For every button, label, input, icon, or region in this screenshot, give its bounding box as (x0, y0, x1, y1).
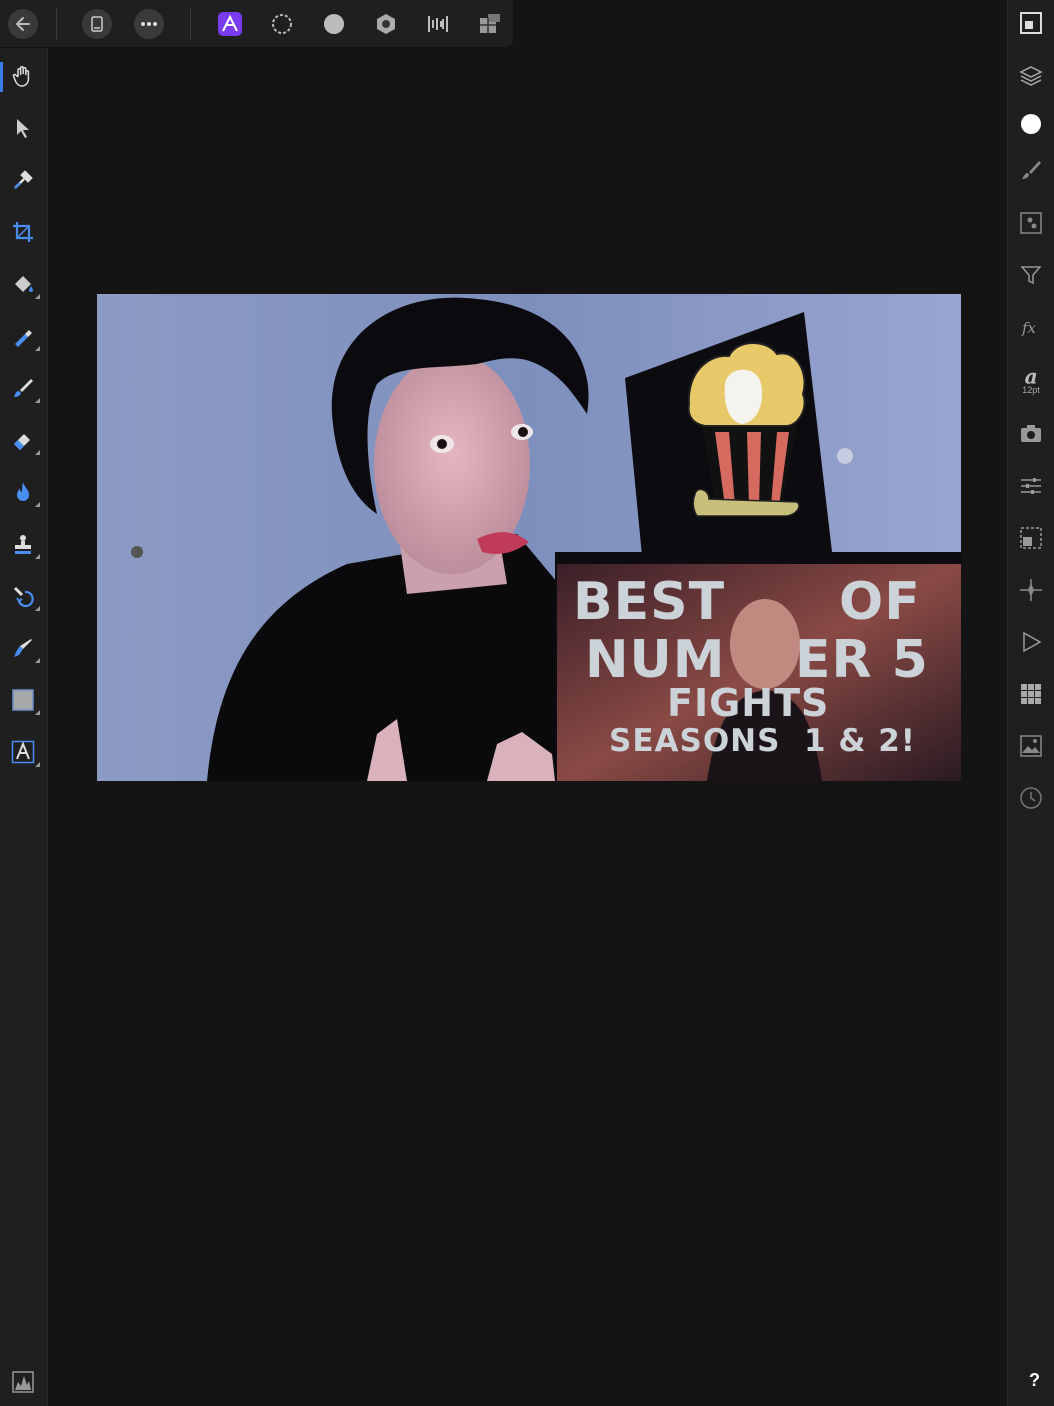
channels-icon (1020, 527, 1042, 549)
selection-brush-icon (15, 330, 32, 347)
document-button[interactable] (82, 9, 112, 39)
filters-icon (1020, 266, 1042, 285)
rectangle-tool[interactable] (6, 683, 40, 717)
layers-studio-button[interactable] (1015, 60, 1047, 92)
export-persona-button[interactable] (422, 8, 454, 40)
assistant-button[interactable] (474, 8, 506, 40)
history-studio-button[interactable] (1015, 782, 1047, 814)
flood-fill-icon (15, 276, 33, 292)
crop-icon (13, 222, 33, 242)
pen-icon (14, 639, 32, 657)
more-button[interactable] (134, 9, 164, 39)
photo-persona-button[interactable] (214, 8, 246, 40)
text-icon (11, 740, 35, 764)
document-canvas[interactable]: BEST OF NUM ER 5 FIGHTS SEASONS 1 & 2! (97, 294, 961, 781)
navigator-studio-button[interactable] (1015, 7, 1047, 39)
thumbnail-title-line3: FIGHTS (667, 681, 830, 725)
text-tool[interactable] (6, 735, 40, 769)
tools-panel (0, 48, 48, 1406)
hand-tool[interactable] (6, 59, 40, 93)
transform-icon (1021, 478, 1041, 494)
color-picker-icon (14, 170, 33, 189)
color-picker-tool[interactable] (6, 163, 40, 197)
snapping-icon (1020, 579, 1042, 601)
color-icon (1021, 114, 1041, 134)
paint-brush-tool[interactable] (6, 371, 40, 405)
document-icon (91, 16, 103, 32)
character-size-label: 12pt (1022, 385, 1040, 395)
svg-text:fx: fx (1021, 319, 1037, 337)
tone-mapping-persona-icon (377, 14, 395, 34)
pen-tool[interactable] (6, 631, 40, 665)
tone-mapping-persona-button[interactable] (370, 8, 402, 40)
layers-icon (1019, 66, 1043, 86)
clone-brush-tool[interactable] (6, 527, 40, 561)
transform-studio-button[interactable] (1015, 470, 1047, 502)
color-studio-button[interactable] (1015, 108, 1047, 140)
thumbnail-photo (97, 294, 961, 781)
develop-persona-button[interactable] (318, 8, 350, 40)
burn-brush-icon (17, 482, 29, 501)
liquify-persona-icon (272, 14, 292, 34)
swatches-studio-button[interactable] (1015, 678, 1047, 710)
develop-persona-icon (324, 14, 344, 34)
thumbnail-title-line1b: OF (839, 572, 921, 632)
back-button[interactable] (8, 9, 38, 39)
snapshots-studio-button[interactable] (1015, 418, 1047, 450)
swatches-icon (1021, 684, 1041, 704)
healing-brush-icon (13, 586, 34, 608)
fx-studio-button[interactable]: fx (1015, 311, 1047, 343)
burn-brush-tool[interactable] (6, 475, 40, 509)
help-button[interactable]: ? (1029, 1370, 1040, 1391)
flood-fill-tool[interactable] (6, 267, 40, 301)
rectangle-icon (12, 689, 34, 711)
character-icon: a (1025, 365, 1038, 387)
stock-icon (1020, 735, 1042, 757)
fx-icon: fx (1021, 319, 1037, 337)
navigator-icon (1020, 12, 1042, 34)
macros-icon (1023, 631, 1042, 653)
paint-brush-icon (14, 379, 33, 397)
thumbnail-title-line4: SEASONS 1 & 2! (609, 723, 916, 759)
snapshots-icon (1021, 425, 1041, 442)
thumbnail-title-line2a: NUM (585, 630, 726, 690)
liquify-persona-button[interactable] (266, 8, 298, 40)
adjustments-studio-button[interactable] (1015, 207, 1047, 239)
channels-studio-button[interactable] (1015, 522, 1047, 554)
back-arrow-icon (16, 17, 30, 31)
brushes-icon (1022, 161, 1041, 179)
assistant-icon (480, 14, 500, 33)
hand-icon (12, 66, 30, 87)
history-icon (1020, 787, 1042, 809)
brushes-studio-button[interactable] (1015, 155, 1047, 187)
studio-panel: fx a 12pt ? (1007, 0, 1054, 1406)
healing-brush-tool[interactable] (6, 579, 40, 613)
clone-brush-icon (15, 535, 31, 554)
character-studio-button[interactable]: a 12pt (1015, 360, 1047, 400)
active-tool-indicator (0, 62, 3, 92)
stock-studio-button[interactable] (1015, 730, 1047, 762)
macros-studio-button[interactable] (1015, 626, 1047, 658)
erase-brush-icon (14, 434, 30, 450)
photo-persona-icon (218, 12, 242, 36)
svg-text:a: a (1025, 365, 1038, 387)
histogram-toggle[interactable] (6, 1365, 40, 1399)
thumbnail-title-line2b: ER 5 (795, 630, 929, 690)
more-icon (141, 22, 157, 26)
histogram-icon (12, 1371, 34, 1393)
thumbnail-title-line1a: BEST (573, 572, 726, 632)
top-toolbar (0, 0, 513, 47)
crop-tool[interactable] (6, 215, 40, 249)
export-persona-icon (428, 16, 448, 32)
snapping-studio-button[interactable] (1015, 574, 1047, 606)
move-tool[interactable] (6, 111, 40, 145)
move-icon (17, 119, 29, 138)
selection-brush-tool[interactable] (6, 319, 40, 353)
erase-brush-tool[interactable] (6, 423, 40, 457)
filters-studio-button[interactable] (1015, 259, 1047, 291)
adjustments-icon (1020, 212, 1042, 234)
